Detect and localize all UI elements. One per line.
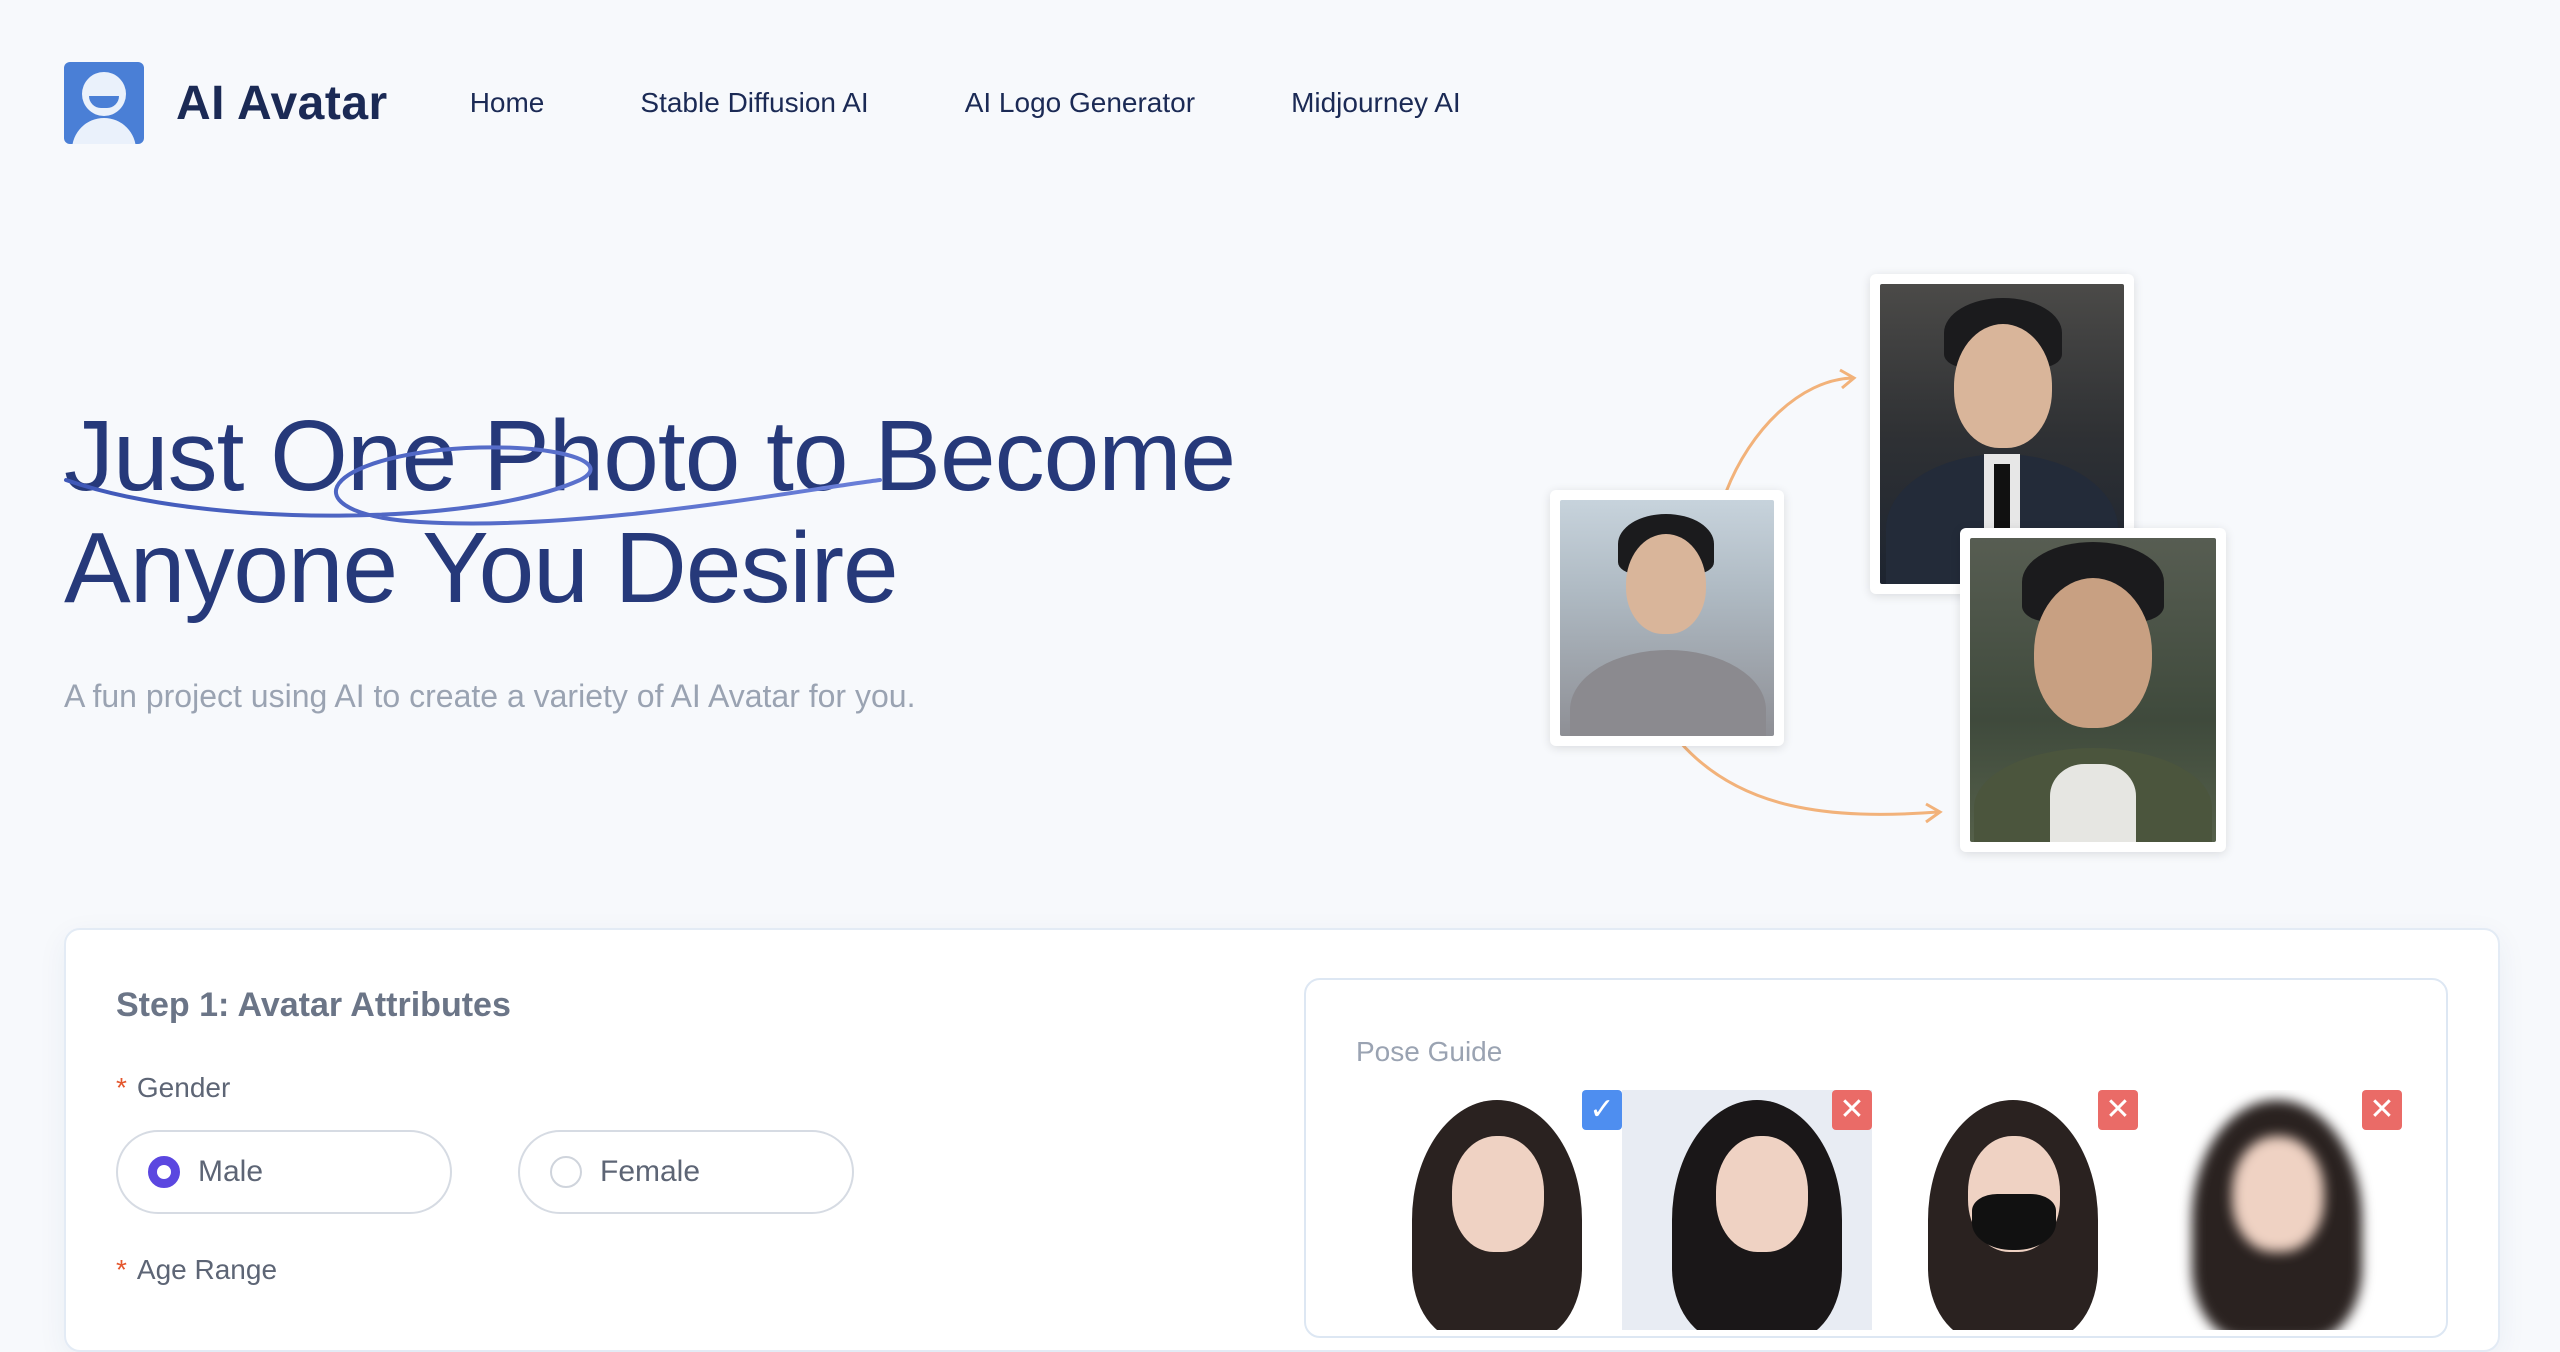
required-mark: * xyxy=(116,1072,127,1103)
avatar-form-card: Step 1: Avatar Attributes * Gender Male F… xyxy=(64,928,2500,1352)
original-photo xyxy=(1550,490,1784,746)
pose-example-mask: ✕ xyxy=(1888,1090,2138,1330)
pose-guide-title: Pose Guide xyxy=(1356,1036,1503,1067)
nav-ai-logo-generator[interactable]: AI Logo Generator xyxy=(965,87,1195,119)
gender-radio-male[interactable]: Male xyxy=(116,1130,452,1214)
radio-label-female: Female xyxy=(600,1155,701,1188)
avatar-portrait-photo xyxy=(1960,528,2226,852)
radio-unchecked-icon xyxy=(550,1156,582,1188)
gender-radio-female[interactable]: Female xyxy=(518,1130,854,1214)
nav-stable-diffusion-ai[interactable]: Stable Diffusion AI xyxy=(640,87,868,119)
radio-checked-icon xyxy=(148,1156,180,1188)
radio-label-male: Male xyxy=(198,1155,264,1188)
close-icon: ✕ xyxy=(1832,1090,1872,1130)
pose-example-good: ✓ xyxy=(1372,1090,1622,1330)
main-nav: Home Stable Diffusion AI AI Logo Generat… xyxy=(470,87,1557,119)
age-range-label: * Age Range xyxy=(116,1254,278,1285)
avatar-example-collage xyxy=(1530,270,2250,870)
brand-name[interactable]: AI Avatar xyxy=(176,76,388,131)
step-title: Step 1: Avatar Attributes xyxy=(116,986,511,1024)
hero-title-line-2: Anyone You Desire xyxy=(64,512,899,624)
check-icon: ✓ xyxy=(1582,1090,1622,1130)
close-icon: ✕ xyxy=(2362,1090,2402,1130)
nav-midjourney-ai[interactable]: Midjourney AI xyxy=(1291,87,1461,119)
pose-example-blurry: ✕ xyxy=(2152,1090,2402,1330)
pose-guide-panel: Pose Guide ✓ ✕ ✕ ✕ xyxy=(1304,978,2448,1338)
top-header: AI Avatar Home Stable Diffusion AI AI Lo… xyxy=(64,62,1557,144)
hero-title-line-1: Just One Photo to Become xyxy=(64,400,1236,512)
close-icon: ✕ xyxy=(2098,1090,2138,1130)
pose-example-side-angle: ✕ xyxy=(1622,1090,1872,1330)
hero-title: Just One Photo to Become Anyone You Desi… xyxy=(64,400,1236,624)
hero-subtitle: A fun project using AI to create a varie… xyxy=(64,678,916,714)
gender-label: * Gender xyxy=(116,1072,231,1103)
app-logo-icon[interactable] xyxy=(64,62,144,144)
nav-home[interactable]: Home xyxy=(470,87,545,119)
required-mark: * xyxy=(116,1254,127,1285)
